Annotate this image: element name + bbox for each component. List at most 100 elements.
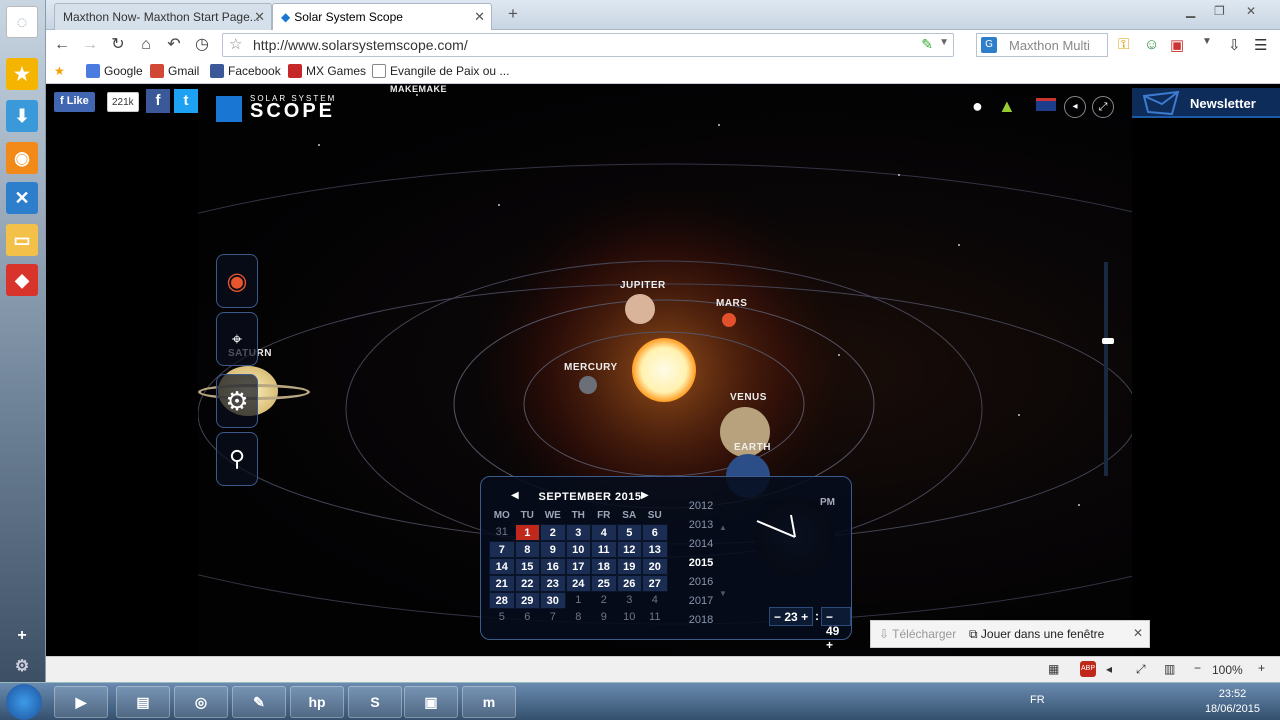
hour-minus[interactable]: − [774,610,781,624]
download-manager-icon[interactable]: ⇩ [1228,36,1241,54]
calendar-day[interactable]: 4 [591,524,617,541]
language-indicator[interactable]: FR [1030,694,1045,706]
calendar-day[interactable]: 6 [515,609,541,626]
file-explorer-icon[interactable]: ▤ [116,686,170,718]
refresh-icon[interactable]: ↻ [108,35,128,55]
calendar-day[interactable]: 20 [642,558,668,575]
sun[interactable] [632,338,696,402]
jupiter-planet[interactable] [625,294,655,324]
dropdown-icon[interactable]: ▼ [939,37,949,48]
media-player-icon[interactable]: ▶ [54,686,108,718]
hour-plus[interactable]: + [801,610,808,624]
search-input[interactable]: G Maxthon Multi [976,33,1108,57]
calendar-day[interactable]: 14 [489,558,515,575]
calendar-day[interactable]: 21 [489,575,515,592]
calendar-day[interactable]: 5 [489,609,515,626]
bookmark-mx-games[interactable]: MX Games [288,64,366,78]
next-month-icon[interactable]: ▶ [641,490,649,501]
tools-icon[interactable]: ✕ [6,182,38,214]
calendar-day[interactable]: 9 [591,609,617,626]
zoom-level[interactable]: 100% [1212,663,1243,677]
hp-icon[interactable]: hp [290,686,344,718]
tab-solar-system-scope[interactable]: ◆ Solar System Scope ✕ [272,3,492,30]
popup-close-icon[interactable]: ✕ [1133,626,1143,640]
main-menu-icon[interactable]: ☰ [1254,36,1267,54]
undo-icon[interactable]: ↶ [164,35,184,55]
calendar-day[interactable]: 29 [514,592,540,609]
url-field[interactable]: ☆ http://www.solarsystemscope.com/ ✎ ▼ [222,33,954,57]
settings-gear-icon[interactable]: ⚙ [6,650,38,682]
bookmark-gmail[interactable]: Gmail [150,64,199,78]
settings-button[interactable]: ⚙ [216,374,258,428]
calendar-day[interactable]: 10 [617,609,643,626]
skype-icon[interactable]: S [348,686,402,718]
calendar-day[interactable]: 7 [540,609,566,626]
close-tab-icon[interactable]: ✕ [474,9,485,25]
volume-icon[interactable]: ◂ [1106,662,1112,676]
calendar-day[interactable]: 22 [514,575,540,592]
minute-plus[interactable]: + [826,638,833,652]
bookmark-facebook[interactable]: Facebook [210,64,281,78]
bookmark-star-icon[interactable]: ☆ [229,35,242,53]
close-window-icon[interactable]: ✕ [1246,4,1256,18]
hour-stepper[interactable]: − 23 + [769,607,814,626]
tab-maxthon-now[interactable]: Maxthon Now- Maxthon Start Page... ✕ [54,3,272,30]
calendar-day[interactable]: 2 [591,592,617,609]
calendar-day[interactable]: 3 [617,592,643,609]
rss-icon[interactable]: ◉ [6,142,38,174]
uk-flag-icon[interactable] [1036,98,1056,111]
menu-dropdown-icon[interactable]: ▼ [1202,36,1212,47]
year-option[interactable]: 2013 [681,516,721,535]
favorites-star-icon[interactable]: ★ [6,58,38,90]
app-icon[interactable]: ▣ [404,686,458,718]
calendar-day[interactable]: 10 [565,541,591,558]
system-clock[interactable]: 23:52 18/06/2015 [1205,687,1260,717]
apple-icon[interactable]: ● [972,96,983,117]
telescope-button[interactable]: ⌖ [216,312,258,366]
calendar-day[interactable]: 1 [566,592,592,609]
calendar-day[interactable]: 8 [566,609,592,626]
start-button[interactable] [6,684,42,720]
network-icon[interactable]: ▦ [1048,662,1059,676]
play-in-window-button[interactable]: ⧉ Jouer dans une fenêtre [969,627,1104,642]
bookmark-google[interactable]: Google [86,64,143,78]
year-option[interactable]: 2014 [681,535,721,554]
calendar-day[interactable]: 3 [565,524,591,541]
download-popup-button[interactable]: ⇩ Télécharger [879,627,956,641]
calendar-day[interactable]: 9 [540,541,566,558]
zoom-slider-track[interactable] [1104,262,1108,476]
calendar-day[interactable]: 27 [642,575,668,592]
restore-icon[interactable]: ❐ [1214,4,1225,18]
twitter-icon[interactable]: t [174,89,198,113]
year-option[interactable]: 2016 [681,573,721,592]
minute-minus[interactable]: − [826,610,833,624]
calendar-day[interactable]: 17 [565,558,591,575]
calendar-day[interactable]: 31 [489,524,515,541]
close-tab-icon[interactable]: ✕ [254,9,265,25]
download-icon[interactable]: ⬇ [6,100,38,132]
site-logo[interactable]: SOLAR SYSTEM SCOPE [216,94,336,122]
newsletter-button[interactable]: Newsletter [1132,88,1280,118]
pin-icon[interactable]: ✎ [921,36,933,53]
mercury-planet[interactable] [579,376,597,394]
user-icon[interactable]: ☺ [1144,36,1159,53]
mars-planet[interactable] [722,313,736,327]
year-option[interactable]: 2017 [681,592,721,611]
calendar-day[interactable]: 11 [642,609,668,626]
calendar-day[interactable]: 2 [540,524,566,541]
calendar-day[interactable]: 5 [616,524,642,541]
orbit-view-button[interactable]: ◉ [216,254,258,308]
game-icon[interactable]: ▣ [1170,36,1184,54]
search-button[interactable]: ⚲ [216,432,258,486]
calendar-day[interactable]: 12 [616,541,642,558]
screenshot-icon[interactable]: ⤢ [1136,662,1146,677]
calendar-day[interactable]: 15 [514,558,540,575]
adblock-icon[interactable]: ABP [1080,661,1096,677]
year-option[interactable]: 2015 [681,554,721,573]
zoom-in-icon[interactable]: + [1258,661,1265,675]
calendar-day[interactable]: 28 [489,592,515,609]
analog-clock[interactable] [755,497,835,577]
search-engine-icon[interactable]: G [981,37,997,53]
calendar-day[interactable]: 24 [565,575,591,592]
year-up-icon[interactable]: ▲ [719,523,727,532]
